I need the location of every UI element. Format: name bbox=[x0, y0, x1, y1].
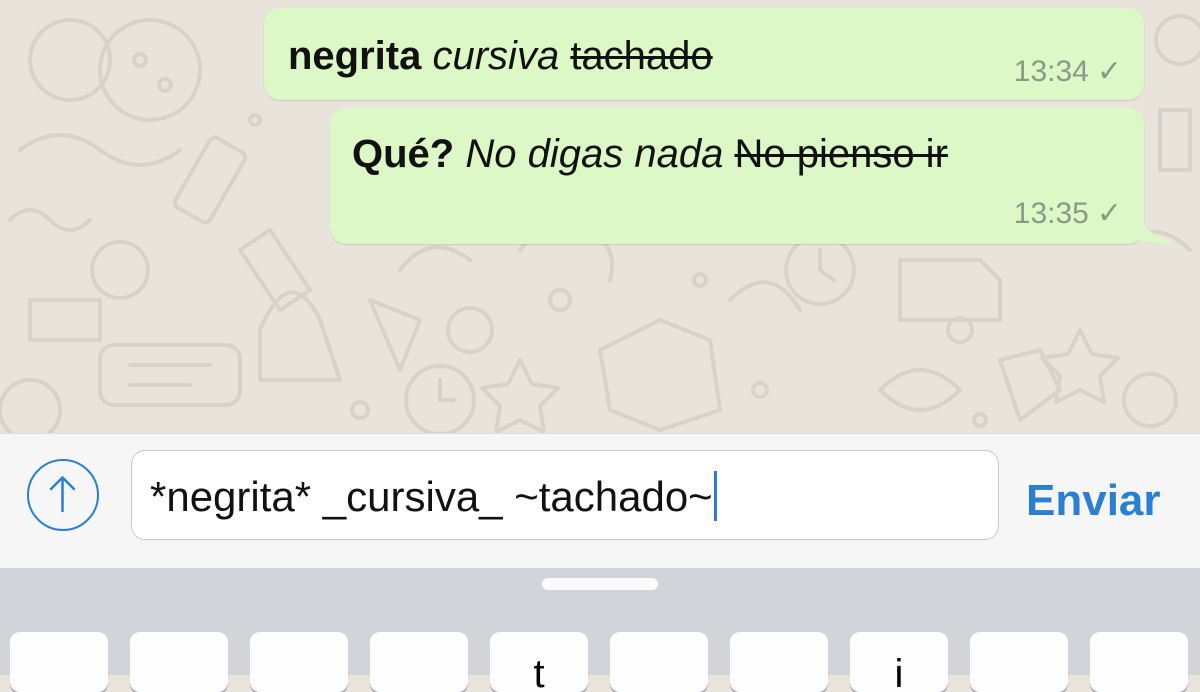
keyboard-key[interactable]: i bbox=[850, 632, 948, 692]
message-text: negrita cursiva tachado bbox=[288, 34, 713, 79]
keyboard-key[interactable] bbox=[370, 632, 468, 692]
message-meta: 13:34 ✓ bbox=[1014, 54, 1122, 89]
send-button[interactable]: Enviar bbox=[1026, 476, 1161, 526]
message-bold-text: Qué? bbox=[352, 132, 455, 176]
keyboard-key-glyph: t bbox=[533, 652, 545, 692]
text-caret bbox=[713, 471, 717, 521]
message-time: 13:34 bbox=[1013, 55, 1089, 88]
message-text: Qué? No digas nada No pienso ir bbox=[352, 132, 948, 177]
chat-area: negrita cursiva tachado 13:34 ✓ Qué? No d… bbox=[0, 0, 1200, 433]
message-bold-text: negrita bbox=[288, 34, 422, 78]
keyboard-key[interactable] bbox=[610, 632, 708, 692]
keyboard-key[interactable] bbox=[130, 632, 228, 692]
single-check-icon: ✓ bbox=[1096, 55, 1122, 88]
arrow-up-circle-icon[interactable] bbox=[27, 459, 99, 531]
keyboard-key[interactable] bbox=[1090, 632, 1188, 692]
keyboard-key[interactable] bbox=[10, 632, 108, 692]
message-italic-text: cursiva bbox=[432, 34, 560, 78]
keyboard-key[interactable]: t bbox=[490, 632, 588, 692]
message-bubble[interactable]: negrita cursiva tachado 13:34 ✓ bbox=[264, 8, 1144, 100]
message-input-text: *negrita* _cursiva_ ~tachado~ bbox=[150, 471, 717, 521]
keyboard-key[interactable] bbox=[730, 632, 828, 692]
message-bubble[interactable]: Qué? No digas nada No pienso ir 13:35 ✓ bbox=[330, 108, 1144, 244]
message-italic-text: No digas nada bbox=[465, 132, 724, 176]
message-time: 13:35 bbox=[1013, 197, 1089, 230]
keyboard-drag-handle[interactable] bbox=[542, 578, 658, 590]
single-check-icon: ✓ bbox=[1096, 197, 1122, 230]
message-input[interactable]: *negrita* _cursiva_ ~tachado~ bbox=[131, 450, 999, 540]
keyboard-key-glyph: i bbox=[894, 652, 904, 692]
message-input-value: *negrita* _cursiva_ ~tachado~ bbox=[150, 473, 713, 520]
message-strike-text: No pienso ir bbox=[734, 132, 948, 176]
message-strike-text: tachado bbox=[570, 34, 713, 78]
bubble-tail bbox=[1130, 196, 1175, 243]
message-meta: 13:35 ✓ bbox=[1014, 196, 1122, 231]
keyboard-key[interactable] bbox=[250, 632, 348, 692]
keyboard-key[interactable] bbox=[970, 632, 1068, 692]
